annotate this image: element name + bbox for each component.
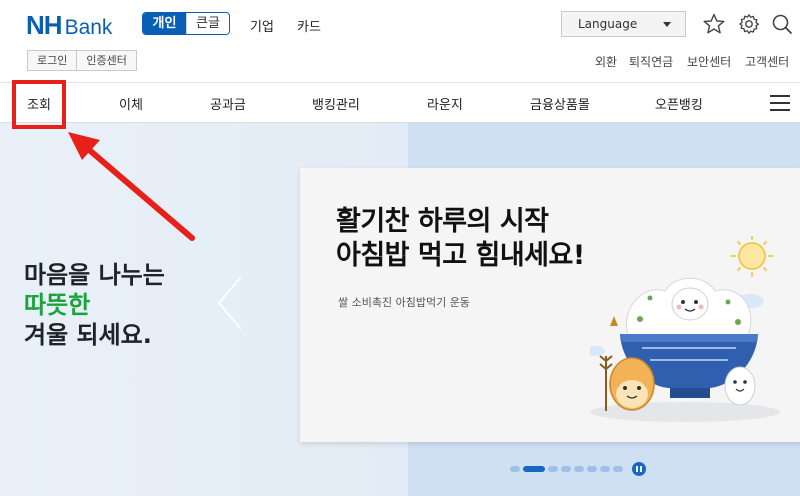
promo-card[interactable]: 활기찬 하루의 시작 아침밥 먹고 힘내세요! 쌀 소비촉진 아침밥먹기 운동 (300, 168, 800, 442)
carousel-dot[interactable] (561, 466, 571, 472)
personal-largetext-toggle: 개인 큰글 (142, 12, 230, 35)
annotation-arrow-icon (68, 132, 195, 241)
caret-down-icon (663, 22, 671, 27)
carousel-dot[interactable] (548, 466, 558, 472)
promo-title-line-2: 아침밥 먹고 힘내세요! (336, 240, 585, 271)
nav-item-banking-management[interactable]: 뱅킹관리 (312, 94, 360, 113)
highlight-box (12, 80, 66, 129)
prev-slide-chevron-icon[interactable] (215, 273, 245, 333)
sun-icon (731, 236, 773, 277)
util-link-pension[interactable]: 퇴직연금 (629, 53, 673, 70)
promo-subtitle: 쌀 소비촉진 아침밥먹기 운동 (338, 296, 470, 309)
carousel-dot-active[interactable] (523, 466, 545, 472)
pause-icon[interactable] (632, 462, 646, 476)
card-link[interactable]: 카드 (297, 16, 321, 35)
main-nav: 조회 이체 공과금 뱅킹관리 라운지 금융상품몰 오픈뱅킹 (0, 82, 800, 123)
util-link-customer[interactable]: 고객센터 (745, 53, 789, 70)
search-icon[interactable] (770, 12, 794, 36)
util-link-forex[interactable]: 외환 (595, 53, 617, 70)
promo-title: 활기찬 하루의 시작 아침밥 먹고 힘내세요! (336, 205, 585, 273)
nav-item-utility-bills[interactable]: 공과금 (210, 94, 246, 113)
gear-icon[interactable] (737, 12, 761, 36)
hero-copy: 마음을 나누는 따뜻한 겨울 되세요. (24, 260, 165, 350)
rice-bowl-illustration (590, 236, 780, 422)
hero-line-2: 따뜻한 (24, 291, 91, 319)
auth-buttons: 로그인 인증센터 (27, 50, 137, 71)
nav-item-financial-products[interactable]: 금융상품몰 (530, 94, 590, 113)
large-text-button[interactable]: 큰글 (186, 13, 229, 34)
carousel-dot[interactable] (510, 466, 520, 472)
corporate-link[interactable]: 기업 (250, 16, 274, 35)
nav-item-transfer[interactable]: 이체 (119, 94, 143, 113)
login-button[interactable]: 로그인 (28, 51, 77, 70)
hamburger-icon[interactable] (770, 95, 790, 111)
carousel-dot[interactable] (600, 466, 610, 472)
util-link-security[interactable]: 보안센터 (687, 53, 731, 70)
language-select[interactable]: Language (561, 11, 686, 37)
header: NH Bank 개인 큰글 기업 카드 Language 로그인 인증센터 외환… (0, 0, 800, 82)
hero-line-1: 마음을 나누는 (24, 261, 165, 289)
carousel-pagination (510, 462, 646, 476)
cert-center-button[interactable]: 인증센터 (77, 51, 136, 70)
hero-line-3: 겨울 되세요. (24, 321, 152, 349)
carousel-dot[interactable] (587, 466, 597, 472)
nav-item-lounge[interactable]: 라운지 (427, 94, 463, 113)
logo-nh: NH (26, 10, 63, 40)
carousel-dot[interactable] (574, 466, 584, 472)
carousel-dot[interactable] (613, 466, 623, 472)
language-label: Language (578, 17, 638, 31)
star-icon[interactable] (702, 12, 726, 36)
nh-bank-logo[interactable]: NH Bank (26, 10, 113, 40)
logo-bank: Bank (64, 16, 113, 39)
promo-title-line-1: 활기찬 하루의 시작 (336, 206, 549, 237)
nav-item-open-banking[interactable]: 오픈뱅킹 (655, 94, 703, 113)
personal-button[interactable]: 개인 (143, 13, 186, 34)
